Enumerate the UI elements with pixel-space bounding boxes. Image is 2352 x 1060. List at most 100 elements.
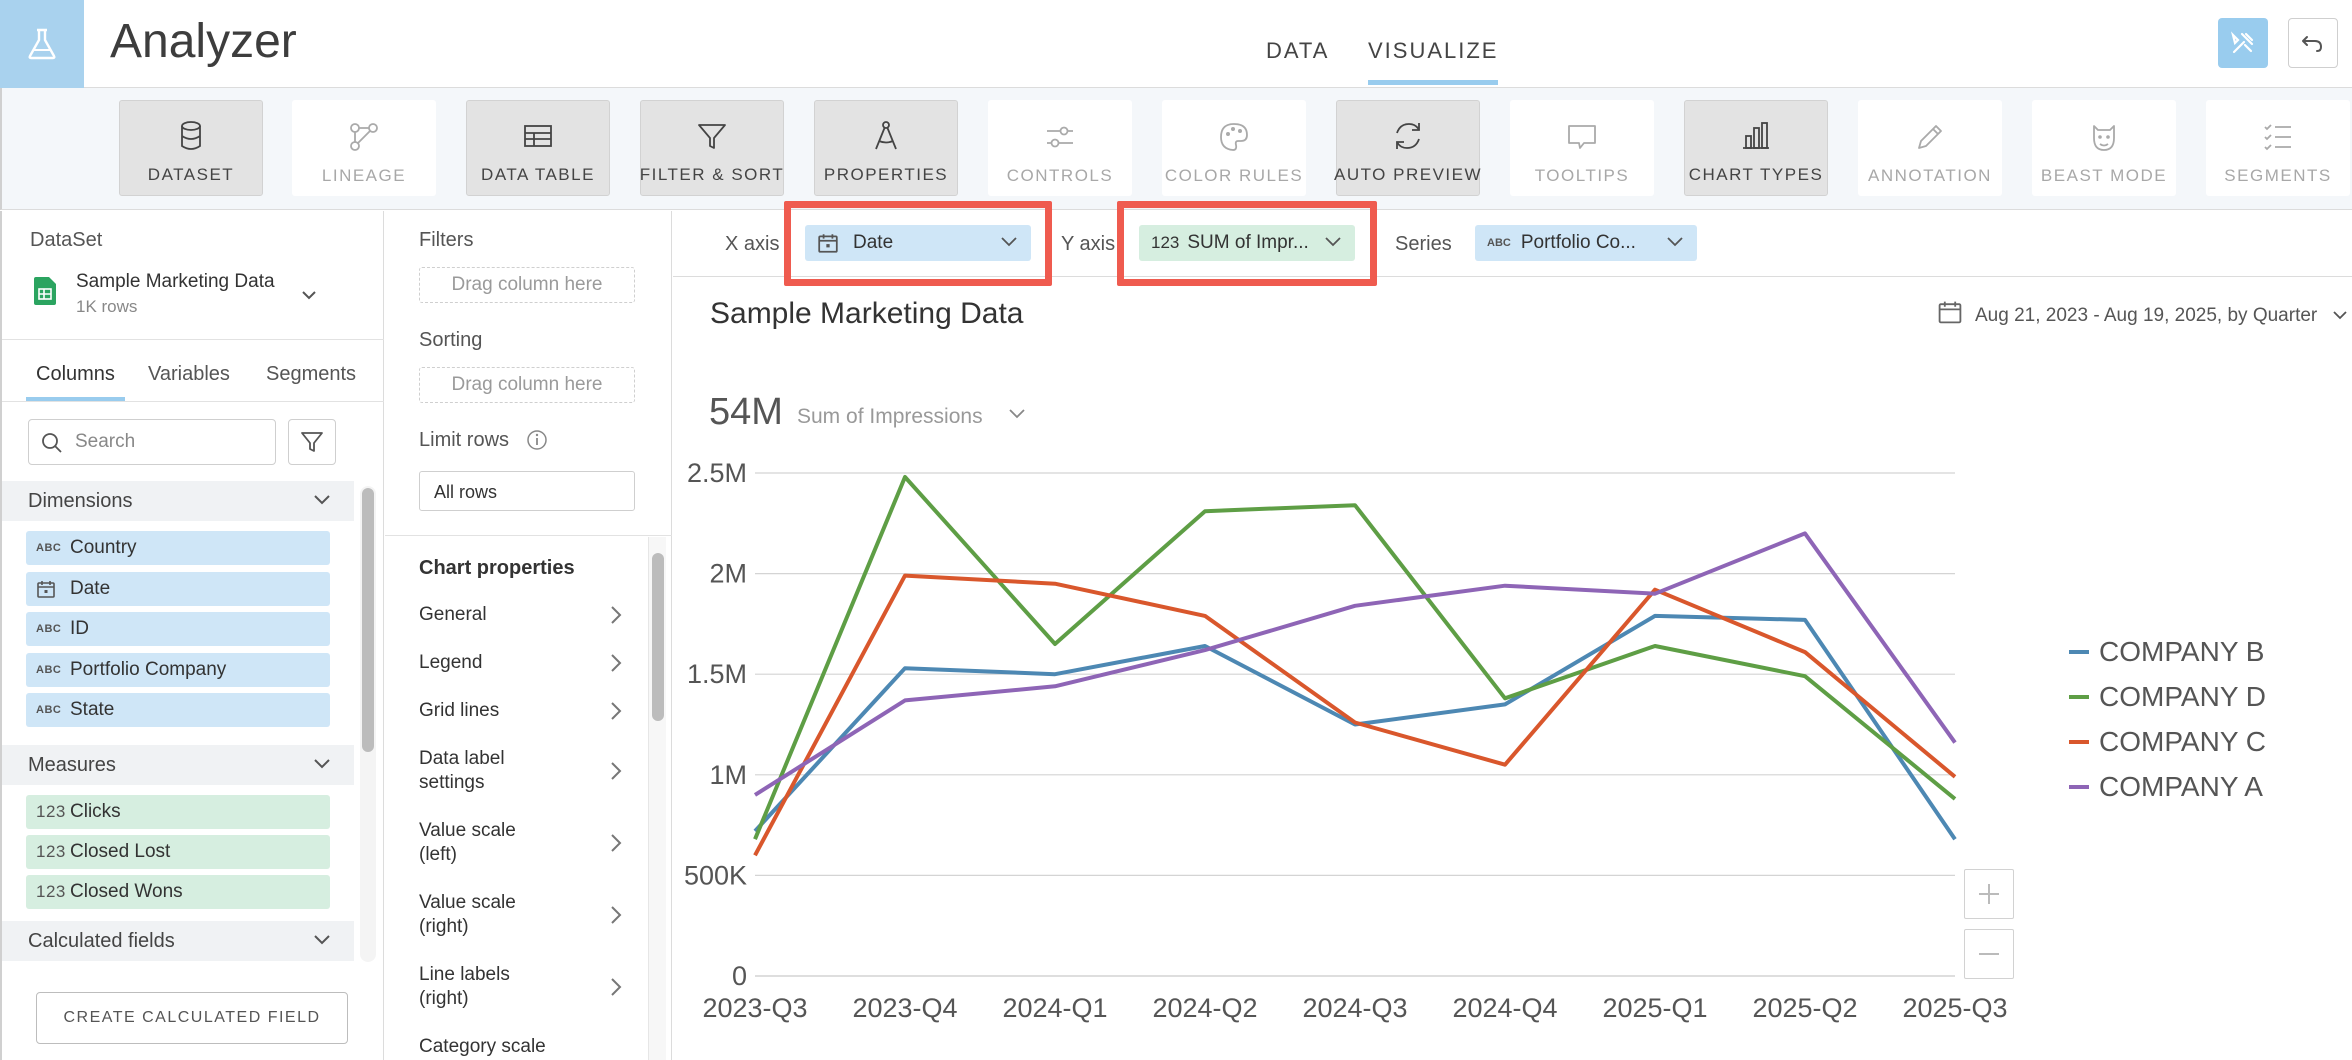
data-point[interactable] [1352, 719, 1358, 725]
data-point[interactable] [1802, 673, 1808, 679]
column-date[interactable]: Date [26, 572, 330, 606]
sliders-icon [1047, 126, 1073, 148]
chevron-down-icon[interactable] [1007, 407, 1027, 421]
undo-button[interactable] [2288, 18, 2338, 68]
prop-category-scale[interactable]: Category scale [419, 1035, 625, 1060]
data-point[interactable] [1952, 796, 1958, 802]
tab-visualize[interactable]: VISUALIZE [1368, 38, 1499, 85]
legend-item[interactable]: COMPANY A [2069, 771, 2263, 803]
data-point[interactable] [1502, 762, 1508, 768]
data-point[interactable] [1652, 591, 1658, 597]
data-point[interactable] [752, 836, 758, 842]
tools-button[interactable] [2218, 18, 2268, 68]
data-point[interactable] [1952, 774, 1958, 780]
toolbar-annotation-button[interactable]: ANNOTATION [1858, 100, 2002, 196]
chevron-down-icon[interactable] [300, 289, 318, 301]
tab-variables[interactable]: Variables [148, 363, 230, 386]
date-range-selector[interactable]: Aug 21, 2023 - Aug 19, 2025, by Quarter [1975, 305, 2349, 327]
data-point[interactable] [752, 852, 758, 858]
tab-data[interactable]: DATA [1266, 38, 1329, 64]
measures-header[interactable]: Measures [2, 745, 354, 785]
data-point[interactable] [1202, 647, 1208, 653]
data-point[interactable] [1202, 613, 1208, 619]
data-point[interactable] [1052, 581, 1058, 587]
series-line-company-a[interactable] [753, 531, 1957, 797]
data-point[interactable] [902, 474, 908, 480]
scrollbar[interactable] [360, 486, 376, 962]
zoom-out-button[interactable] [1964, 929, 2014, 979]
sorting-dropzone[interactable]: Drag column here [419, 367, 635, 403]
toolbar-filter-sort-button[interactable]: FILTER & SORT [640, 100, 784, 196]
toolbar-auto-preview-button[interactable]: AUTO PREVIEW [1334, 100, 1481, 196]
prop-legend[interactable]: Legend [419, 651, 625, 675]
toolbar-segments-button[interactable]: SEGMENTS [2206, 100, 2350, 196]
legend-item[interactable]: COMPANY B [2069, 636, 2264, 668]
data-point[interactable] [1052, 683, 1058, 689]
scrollbar-thumb[interactable] [652, 553, 664, 721]
create-calculated-field-button[interactable]: CREATE CALCULATED FIELD [36, 992, 348, 1044]
zoom-in-button[interactable] [1964, 869, 2014, 919]
data-point[interactable] [1502, 701, 1508, 707]
filters-dropzone[interactable]: Drag column here [419, 267, 635, 303]
data-point[interactable] [1652, 613, 1658, 619]
toolbar-beast-mode-button[interactable]: BEAST MODE [2032, 100, 2176, 196]
toolbar-controls-button[interactable]: CONTROLS [988, 100, 1132, 196]
column-state[interactable]: ABC State [26, 693, 330, 727]
data-point[interactable] [1202, 508, 1208, 514]
legend-item[interactable]: COMPANY C [2069, 726, 2266, 758]
info-icon[interactable] [526, 429, 548, 451]
series-field[interactable]: ABC Portfolio Co... [1475, 225, 1697, 261]
data-point[interactable] [902, 697, 908, 703]
data-point[interactable] [1502, 695, 1508, 701]
data-point[interactable] [1052, 641, 1058, 647]
data-point[interactable] [1802, 617, 1808, 623]
dimensions-header[interactable]: Dimensions [2, 481, 354, 521]
prop-line-labels-right[interactable]: Line labels (right) [419, 963, 625, 1011]
data-point[interactable] [1352, 502, 1358, 508]
prop-data-label-settings[interactable]: Data label settings [419, 747, 625, 795]
data-point[interactable] [1802, 649, 1808, 655]
data-point[interactable] [1352, 603, 1358, 609]
column-clicks[interactable]: 123 Clicks [26, 795, 330, 829]
data-point[interactable] [1952, 836, 1958, 842]
prop-value-scale-left[interactable]: Value scale (left) [419, 819, 625, 867]
tab-segments[interactable]: Segments [266, 363, 356, 386]
limit-rows-select[interactable]: All rows [419, 471, 635, 511]
column-portfolio-company[interactable]: ABC Portfolio Company [26, 653, 330, 687]
scrollbar-thumb[interactable] [362, 488, 374, 752]
tab-columns[interactable]: Columns [26, 363, 125, 401]
toolbar-lineage-button[interactable]: LINEAGE [292, 100, 436, 196]
toolbar-dataset-button[interactable]: DATASET [119, 100, 263, 196]
column-country[interactable]: ABC Country [26, 531, 330, 565]
data-point[interactable] [902, 573, 908, 579]
data-point[interactable] [1502, 583, 1508, 589]
data-point[interactable] [752, 792, 758, 798]
series-line-company-d[interactable] [753, 475, 1957, 840]
data-point[interactable] [1802, 530, 1808, 536]
column-id[interactable]: ABC ID [26, 612, 330, 646]
series-line-company-b[interactable] [753, 613, 1957, 841]
flask-logo-icon[interactable] [0, 0, 84, 88]
toolbar-properties-button[interactable]: PROPERTIES [814, 100, 958, 196]
toolbar-color-rules-button[interactable]: COLOR RULES [1162, 100, 1306, 196]
column-filter-button[interactable] [288, 419, 336, 465]
toolbar-label: COLOR RULES [1164, 166, 1304, 185]
column-closed-wons[interactable]: 123 Closed Wons [26, 875, 330, 909]
calculated-fields-header[interactable]: Calculated fields [2, 921, 354, 961]
toolbar-data-table-button[interactable]: DATA TABLE [466, 100, 610, 196]
prop-grid-lines[interactable]: Grid lines [419, 699, 625, 723]
toolbar-chart-types-button[interactable]: CHART TYPES [1684, 100, 1828, 196]
legend-item[interactable]: COMPANY D [2069, 681, 2266, 713]
summary-metric[interactable]: Sum of Impressions [797, 405, 983, 429]
data-point[interactable] [1652, 643, 1658, 649]
dataset-name[interactable]: Sample Marketing Data [76, 271, 275, 293]
column-closed-lost[interactable]: 123 Closed Lost [26, 835, 330, 869]
prop-general[interactable]: General [419, 603, 625, 627]
prop-value-scale-right[interactable]: Value scale (right) [419, 891, 625, 939]
toolbar-tooltips-button[interactable]: TOOLTIPS [1510, 100, 1654, 196]
data-point[interactable] [1052, 671, 1058, 677]
data-point[interactable] [902, 665, 908, 671]
scrollbar[interactable] [648, 537, 666, 1060]
data-point[interactable] [1952, 740, 1958, 746]
search-input[interactable] [73, 428, 269, 456]
